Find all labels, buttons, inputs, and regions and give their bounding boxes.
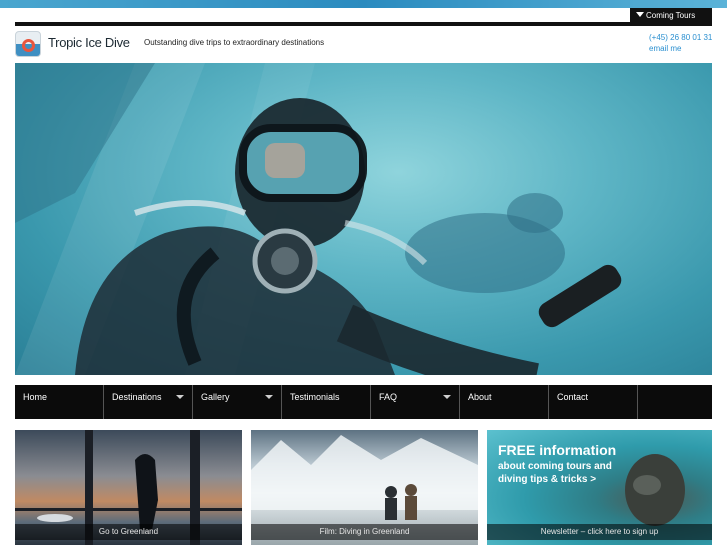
nav-item-home[interactable]: Home <box>15 385 104 419</box>
header-rule <box>15 22 712 26</box>
dropdown-caret-icon <box>176 395 184 399</box>
nav-item-gallery[interactable]: Gallery <box>193 385 282 419</box>
nav-label: Gallery <box>201 392 230 402</box>
promo-newsletter[interactable]: FREE information about coming tours and … <box>487 430 712 545</box>
email-link[interactable]: email me <box>649 44 681 53</box>
logo-icon[interactable] <box>15 31 41 57</box>
nav-label: Contact <box>557 392 589 402</box>
phone-number: (+45) 26 80 01 31 <box>649 33 713 42</box>
nav-label: FAQ <box>379 392 398 402</box>
promo-caption: Film: Diving in Greenland <box>251 524 478 540</box>
nav-item-about[interactable]: About <box>460 385 549 419</box>
nav-label: Destinations <box>112 392 162 402</box>
promo-film[interactable]: Film: Diving in Greenland <box>251 430 478 545</box>
promo-caption: Go to Greenland <box>15 524 242 540</box>
newsletter-headline: FREE information <box>498 442 617 458</box>
coming-tours-label: Coming Tours <box>646 11 696 20</box>
promo-caption: Newsletter – click here to sign up <box>487 524 712 540</box>
tagline: Outstanding dive trips to extraordinary … <box>144 38 325 47</box>
nav-item-faq[interactable]: FAQ <box>371 385 460 419</box>
nav-label: Testimonials <box>290 392 340 402</box>
dropdown-caret-icon <box>443 395 451 399</box>
newsletter-line-1: about coming tours and <box>498 461 612 472</box>
hero-image <box>15 63 712 375</box>
nav-item-contact[interactable]: Contact <box>549 385 638 419</box>
hero-diver-illustration <box>15 63 622 375</box>
nav-label: Home <box>23 392 48 402</box>
nav-item-testimonials[interactable]: Testimonials <box>282 385 371 419</box>
nav-item-destinations[interactable]: Destinations <box>104 385 193 419</box>
caret-down-icon <box>636 12 644 17</box>
dropdown-caret-icon <box>265 395 273 399</box>
promo-greenland[interactable]: Go to Greenland <box>15 430 242 545</box>
brand-name[interactable]: Tropic Ice Dive <box>48 35 130 50</box>
main-navigation: Home Destinations Gallery Testimonials F… <box>15 385 712 419</box>
top-color-band <box>0 0 727 8</box>
nav-label: About <box>468 392 492 402</box>
newsletter-line-2: diving tips & tricks > <box>498 474 597 485</box>
